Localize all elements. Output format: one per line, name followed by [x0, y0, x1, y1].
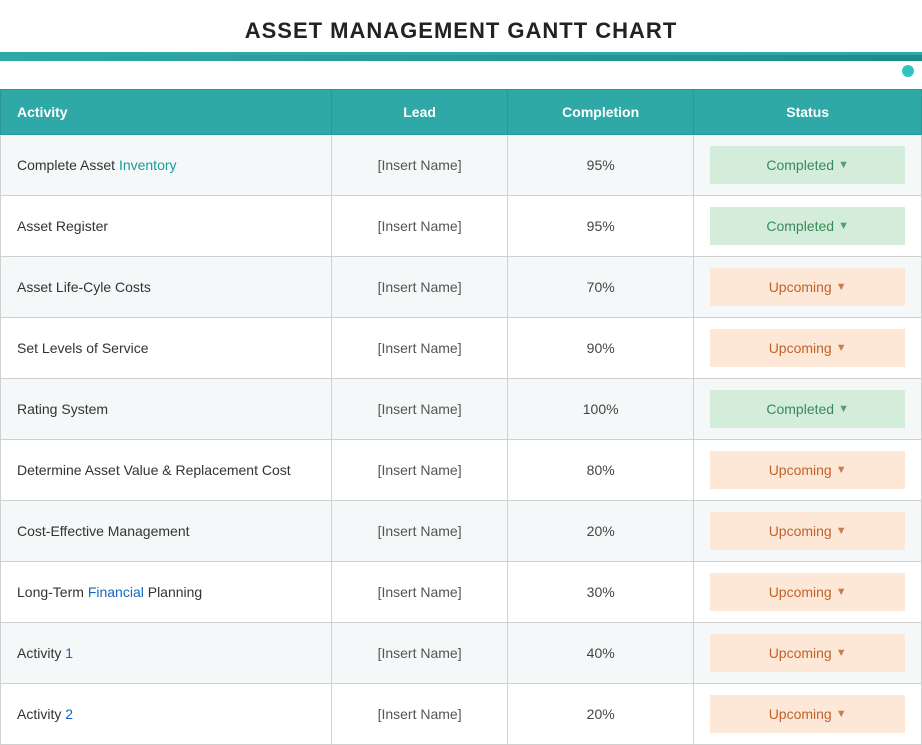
lead-cell: [Insert Name]: [332, 562, 508, 623]
status-cell[interactable]: Upcoming ▼: [694, 501, 922, 562]
activity-cell: Long-Term Financial Planning: [1, 562, 332, 623]
status-label: Upcoming: [769, 279, 832, 295]
chevron-down-icon[interactable]: ▼: [836, 586, 847, 598]
table-row: Activity 2[Insert Name]20% Upcoming ▼: [1, 684, 922, 745]
completion-cell: 40%: [508, 623, 694, 684]
title-section: ASSET MANAGEMENT GANTT CHART: [0, 0, 922, 55]
chevron-down-icon[interactable]: ▼: [836, 708, 847, 720]
table-row: Rating System[Insert Name]100% Completed ▼: [1, 379, 922, 440]
lead-cell: [Insert Name]: [332, 684, 508, 745]
status-label: Upcoming: [769, 645, 832, 661]
status-label: Upcoming: [769, 584, 832, 600]
completion-cell: 90%: [508, 318, 694, 379]
activity-cell: Set Levels of Service: [1, 318, 332, 379]
table-row: Cost-Effective Management[Insert Name]20…: [1, 501, 922, 562]
table-row: Complete Asset Inventory[Insert Name]95%…: [1, 135, 922, 196]
status-cell[interactable]: Upcoming ▼: [694, 257, 922, 318]
chevron-down-icon[interactable]: ▼: [838, 220, 849, 232]
lead-cell: [Insert Name]: [332, 440, 508, 501]
status-label: Completed: [766, 401, 834, 417]
status-cell[interactable]: Upcoming ▼: [694, 684, 922, 745]
status-label: Upcoming: [769, 340, 832, 356]
lead-cell: [Insert Name]: [332, 257, 508, 318]
table-row: Determine Asset Value & Replacement Cost…: [1, 440, 922, 501]
chevron-down-icon[interactable]: ▼: [838, 159, 849, 171]
table-row: Set Levels of Service[Insert Name]90%Upc…: [1, 318, 922, 379]
activity-cell: Complete Asset Inventory: [1, 135, 332, 196]
table-row: Asset Life-Cyle Costs[Insert Name]70%Upc…: [1, 257, 922, 318]
status-label: Completed: [766, 157, 834, 173]
completion-cell: 80%: [508, 440, 694, 501]
status-cell[interactable]: Upcoming ▼: [694, 623, 922, 684]
activity-cell: Asset Register: [1, 196, 332, 257]
completion-cell: 95%: [508, 196, 694, 257]
lead-cell: [Insert Name]: [332, 623, 508, 684]
status-cell[interactable]: Upcoming ▼: [694, 318, 922, 379]
header-completion: Completion: [508, 90, 694, 135]
activity-cell: Rating System: [1, 379, 332, 440]
status-cell[interactable]: Completed ▼: [694, 135, 922, 196]
chevron-down-icon[interactable]: ▼: [836, 464, 847, 476]
scroll-dot: [902, 65, 914, 77]
status-label: Completed: [766, 218, 834, 234]
status-label: Upcoming: [769, 523, 832, 539]
header-status: Status: [694, 90, 922, 135]
header-activity: Activity: [1, 90, 332, 135]
lead-cell: [Insert Name]: [332, 196, 508, 257]
completion-cell: 95%: [508, 135, 694, 196]
spacer: [0, 79, 922, 89]
status-cell[interactable]: Upcoming ▼: [694, 440, 922, 501]
lead-cell: [Insert Name]: [332, 318, 508, 379]
scroll-indicator: [0, 63, 922, 79]
page-title: ASSET MANAGEMENT GANTT CHART: [10, 18, 912, 44]
gantt-table: Activity Lead Completion Status Complete…: [0, 89, 922, 745]
table-header-row: Activity Lead Completion Status: [1, 90, 922, 135]
status-cell[interactable]: Completed ▼: [694, 196, 922, 257]
table-row: Activity 1[Insert Name]40% Upcoming ▼: [1, 623, 922, 684]
activity-cell: Cost-Effective Management: [1, 501, 332, 562]
activity-cell: Asset Life-Cyle Costs: [1, 257, 332, 318]
activity-cell: Determine Asset Value & Replacement Cost: [1, 440, 332, 501]
lead-cell: [Insert Name]: [332, 135, 508, 196]
chevron-down-icon[interactable]: ▼: [836, 281, 847, 293]
completion-cell: 70%: [508, 257, 694, 318]
status-label: Upcoming: [769, 462, 832, 478]
completion-cell: 30%: [508, 562, 694, 623]
chevron-down-icon[interactable]: ▼: [836, 342, 847, 354]
chevron-down-icon[interactable]: ▼: [838, 403, 849, 415]
chevron-down-icon[interactable]: ▼: [836, 647, 847, 659]
chevron-down-icon[interactable]: ▼: [836, 525, 847, 537]
blue-bar: [0, 55, 922, 61]
status-cell[interactable]: Upcoming ▼: [694, 562, 922, 623]
status-label: Upcoming: [769, 706, 832, 722]
page-container: ASSET MANAGEMENT GANTT CHART Activity Le…: [0, 0, 922, 745]
status-cell[interactable]: Completed ▼: [694, 379, 922, 440]
table-row: Asset Register[Insert Name]95% Completed ▼: [1, 196, 922, 257]
lead-cell: [Insert Name]: [332, 379, 508, 440]
completion-cell: 100%: [508, 379, 694, 440]
activity-cell: Activity 2: [1, 684, 332, 745]
table-row: Long-Term Financial Planning[Insert Name…: [1, 562, 922, 623]
activity-cell: Activity 1: [1, 623, 332, 684]
lead-cell: [Insert Name]: [332, 501, 508, 562]
completion-cell: 20%: [508, 501, 694, 562]
completion-cell: 20%: [508, 684, 694, 745]
header-lead: Lead: [332, 90, 508, 135]
